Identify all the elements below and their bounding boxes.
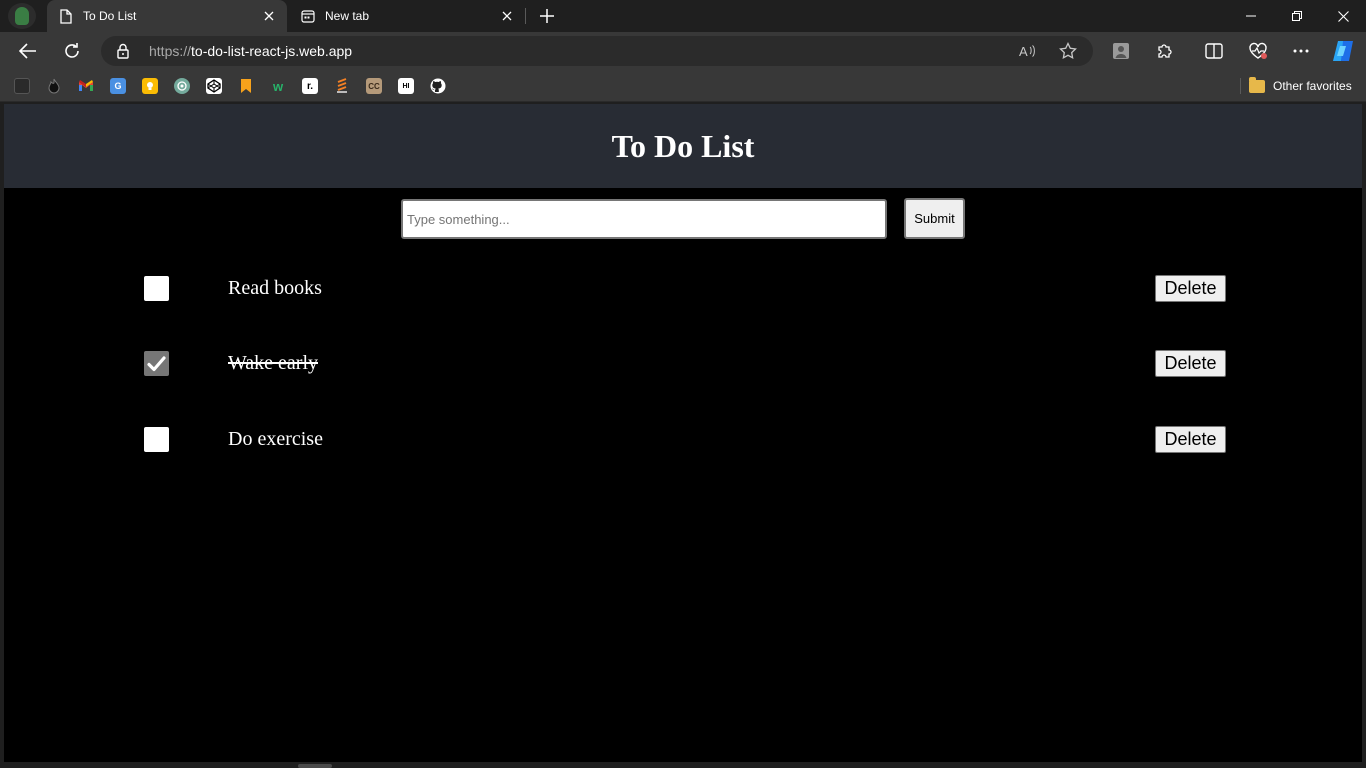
delete-button[interactable]: Delete [1155, 350, 1226, 377]
todo-item: Wake early Delete [4, 350, 1362, 378]
folder-icon[interactable] [14, 78, 30, 94]
window-close-button[interactable] [1320, 0, 1366, 32]
read-aloud-icon[interactable]: A [1018, 41, 1038, 61]
profile-card-icon [1113, 43, 1129, 59]
stack-icon[interactable] [334, 78, 350, 94]
app-header: To Do List [4, 104, 1362, 188]
url-protocol: https:// [149, 43, 192, 59]
profile-extension-button[interactable] [1106, 36, 1136, 66]
minimize-icon [1246, 15, 1256, 17]
tab-new-tab[interactable]: New tab [289, 0, 525, 32]
lock-icon[interactable] [117, 43, 129, 64]
copilot-icon [1333, 41, 1353, 61]
extensions-button[interactable] [1150, 36, 1180, 66]
restore-button[interactable] [1274, 0, 1320, 32]
copilot-button[interactable] [1328, 36, 1358, 66]
url-host: to-do-list-react-js.web.app [191, 43, 353, 59]
browser-toolbar: https://to-do-list-react-js.web.app A [0, 32, 1366, 70]
url-text: https://to-do-list-react-js.web.app [149, 43, 352, 59]
hashnode-icon[interactable]: HI [398, 78, 414, 94]
todo-text: Wake early [228, 352, 318, 374]
tab-title: To Do List [83, 9, 137, 23]
split-screen-button[interactable] [1199, 36, 1229, 66]
browser-essentials-button[interactable] [1243, 36, 1273, 66]
close-icon [1337, 10, 1349, 22]
todo-checkbox[interactable] [144, 276, 169, 301]
svg-text:A: A [1019, 44, 1028, 58]
chatgpt-icon[interactable] [174, 78, 190, 94]
todo-checkbox[interactable] [144, 351, 169, 376]
todo-item: Read books Delete [4, 275, 1362, 303]
todo-input[interactable] [401, 199, 887, 239]
scrollbar-thumb[interactable] [298, 764, 332, 768]
translate-icon[interactable]: G [110, 78, 126, 94]
back-button[interactable] [13, 36, 43, 66]
delete-button[interactable]: Delete [1155, 275, 1226, 302]
close-icon[interactable] [261, 8, 277, 24]
close-icon[interactable] [499, 8, 515, 24]
settings-more-button[interactable] [1286, 36, 1316, 66]
browser-window: To Do List New tab https://to-do-list-re… [0, 0, 1366, 768]
window-bottom-edge [0, 762, 1366, 768]
cc-icon[interactable]: CC [366, 78, 382, 94]
keep-icon[interactable] [142, 78, 158, 94]
delete-button[interactable]: Delete [1155, 426, 1226, 453]
refresh-icon [65, 43, 79, 58]
wattpad-icon[interactable]: w [270, 78, 286, 94]
todo-text: Do exercise [228, 428, 323, 450]
todo-checkbox[interactable] [144, 427, 169, 452]
other-favorites-label: Other favorites [1273, 79, 1352, 93]
checkmark-icon [147, 355, 166, 371]
todo-item: Do exercise Delete [4, 426, 1362, 454]
back-arrow-icon [19, 43, 36, 59]
tab-strip: To Do List New tab [0, 0, 1366, 32]
bookmark-icon[interactable] [238, 78, 254, 94]
page-title: To Do List [611, 127, 755, 164]
restore-icon [1292, 11, 1302, 21]
favorites-bar: G w r. CC HI Other favorites [0, 70, 1366, 102]
heart-pulse-icon [1249, 42, 1267, 59]
newtab-icon [301, 8, 315, 24]
todo-text: Read books [228, 277, 322, 299]
plus-icon [540, 9, 554, 23]
refresh-button[interactable] [57, 36, 87, 66]
puzzle-icon [1158, 44, 1172, 58]
other-favorites-button[interactable]: Other favorites [1249, 76, 1352, 95]
minimize-button[interactable] [1228, 0, 1274, 32]
split-screen-icon [1205, 43, 1223, 59]
new-tab-button[interactable] [537, 6, 557, 26]
readwise-icon[interactable]: r. [302, 78, 318, 94]
tab-divider [525, 8, 526, 24]
github-icon[interactable] [430, 78, 446, 94]
gmail-icon[interactable] [78, 78, 94, 94]
codepen-icon[interactable] [206, 78, 222, 94]
avatar-icon [15, 7, 29, 25]
tab-title: New tab [325, 9, 370, 23]
submit-button[interactable]: Submit [904, 198, 965, 239]
more-icon [1293, 49, 1309, 53]
favorites-divider [1240, 78, 1241, 94]
profile-avatar[interactable] [8, 3, 36, 29]
flame-icon[interactable] [46, 78, 62, 94]
page-icon [59, 8, 73, 24]
tab-to-do-list[interactable]: To Do List [47, 0, 287, 32]
folder-icon [1249, 76, 1265, 93]
web-page: To Do List Submit Read books Delete Wake… [4, 104, 1362, 762]
address-bar[interactable]: https://to-do-list-react-js.web.app A [101, 36, 1093, 66]
star-icon[interactable] [1058, 41, 1078, 61]
